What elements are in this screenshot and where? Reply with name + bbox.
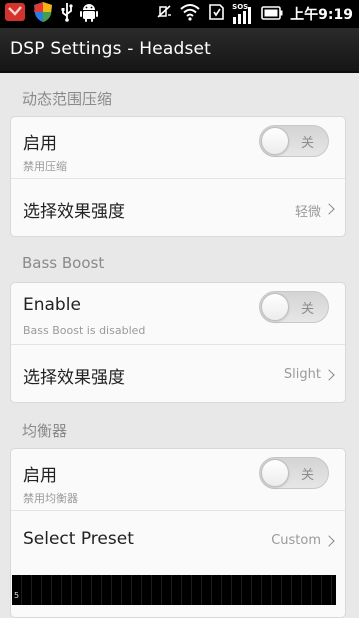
eq-enable-sub: 禁用均衡器 (23, 492, 78, 505)
section-title-bass: Bass Boost (22, 254, 105, 272)
status-right-icons: SOS 上午9:19 (155, 0, 353, 28)
chevron-right-icon (323, 535, 335, 547)
bass-strength-label: 选择效果强度 (23, 368, 125, 388)
shield-icon (32, 1, 54, 27)
equalizer-graph[interactable]: 5 (12, 575, 336, 605)
toggle-off-label: 关 (300, 302, 314, 317)
card-drc: 启用 禁用压缩 关 选择效果强度 轻微 (10, 116, 346, 237)
eq-toggle[interactable]: 关 (259, 457, 329, 489)
mute-icon (155, 3, 173, 25)
drc-strength-label: 选择效果强度 (23, 202, 125, 222)
status-bar: SOS 上午9:19 (0, 0, 359, 28)
eq-enable-row[interactable]: 启用 禁用均衡器 关 (11, 449, 345, 510)
equalizer-grid (12, 575, 336, 605)
status-time: 上午9:19 (290, 7, 353, 23)
bass-enable-label: Enable (23, 295, 81, 315)
toggle-knob (261, 459, 289, 487)
app-red-icon (4, 1, 26, 27)
drc-strength-row[interactable]: 选择效果强度 轻微 (11, 179, 345, 237)
signal-sos-icon: SOS (232, 3, 254, 25)
chevron-right-icon (323, 369, 335, 381)
toggle-knob (261, 127, 289, 155)
eq-preset-label: Select Preset (23, 529, 134, 549)
drc-enable-row[interactable]: 启用 禁用压缩 关 (11, 117, 345, 178)
bass-strength-row[interactable]: 选择效果强度 Slight (11, 345, 345, 403)
bass-toggle[interactable]: 关 (259, 291, 329, 323)
section-title-eq: 均衡器 (22, 422, 68, 440)
eq-preset-row[interactable]: Select Preset Custom (11, 511, 345, 569)
sd-icon (207, 3, 225, 25)
usb-icon (60, 2, 74, 26)
bass-enable-row[interactable]: Enable Bass Boost is disabled 关 (11, 283, 345, 344)
eq-preset-value: Custom (271, 533, 321, 548)
wifi-icon (180, 3, 200, 25)
drc-enable-label: 启用 (23, 134, 57, 154)
bass-enable-sub: Bass Boost is disabled (23, 324, 146, 337)
title-bar: DSP Settings - Headset (0, 28, 359, 73)
toggle-off-label: 关 (300, 468, 314, 483)
toggle-knob (261, 293, 289, 321)
card-bass: Enable Bass Boost is disabled 关 选择效果强度 S… (10, 282, 346, 403)
battery-icon (261, 5, 283, 24)
android-icon (80, 2, 98, 26)
status-left-icons (4, 1, 98, 27)
page-title: DSP Settings - Headset (10, 39, 212, 59)
toggle-off-label: 关 (300, 136, 314, 151)
chevron-right-icon (323, 203, 335, 215)
section-title-drc: 动态范围压缩 (22, 90, 113, 108)
equalizer-axis-label: 5 (14, 591, 20, 600)
drc-enable-sub: 禁用压缩 (23, 160, 67, 173)
drc-strength-value: 轻微 (294, 205, 321, 220)
eq-enable-label: 启用 (23, 466, 57, 486)
drc-toggle[interactable]: 关 (259, 125, 329, 157)
bass-strength-value: Slight (283, 367, 321, 382)
